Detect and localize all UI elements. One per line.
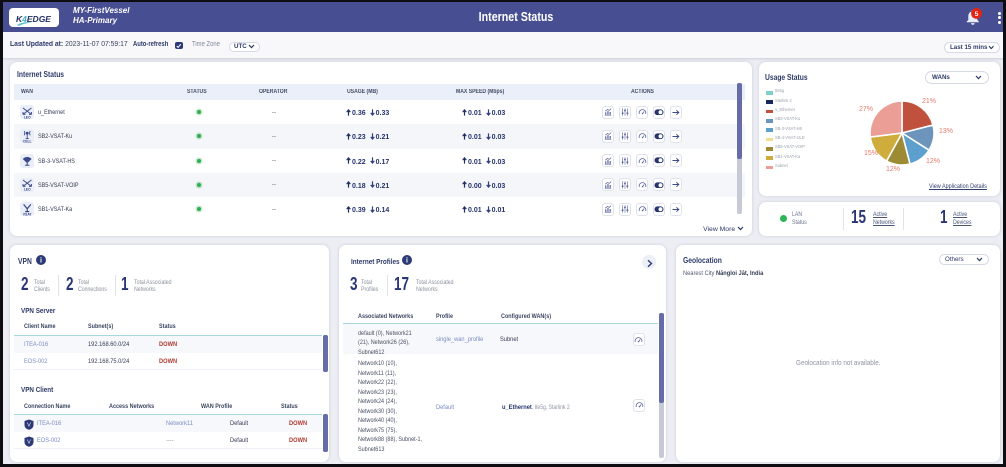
svg-text:i: i <box>40 258 42 265</box>
svg-text:LEO: LEO <box>24 115 31 118</box>
svg-text:V: V <box>27 423 31 429</box>
svg-text:V: V <box>27 439 31 445</box>
svg-text:5: 5 <box>975 11 979 18</box>
svg-text:i: i <box>406 258 408 265</box>
svg-text:CELL: CELL <box>23 139 32 142</box>
svg-text:LEO: LEO <box>24 188 31 191</box>
svg-text:VSAT: VSAT <box>23 212 33 215</box>
